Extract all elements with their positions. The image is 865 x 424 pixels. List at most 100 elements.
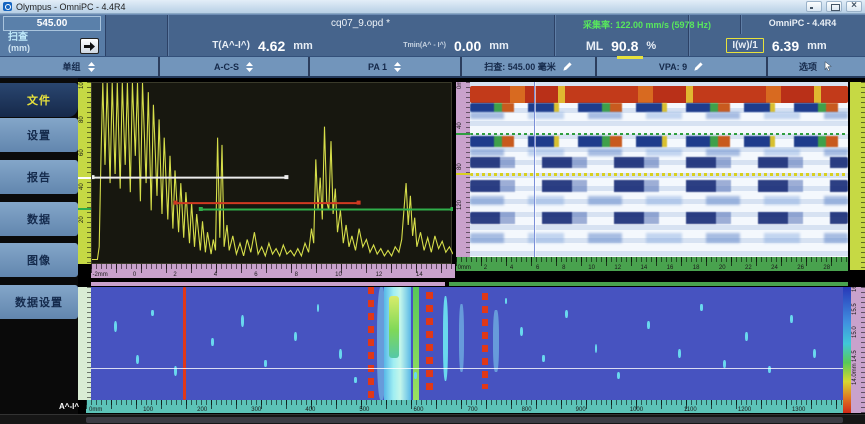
ascan-gate-marker-green xyxy=(78,208,91,210)
bscan-gate-marker xyxy=(456,173,470,175)
sidebar-tab-5[interactable]: 图像 xyxy=(0,243,78,277)
ascan-x-ruler[interactable]: -2mm02468101214 xyxy=(91,264,455,278)
ruler-tick-label: 10 xyxy=(335,272,342,278)
acquisition-rate: 采集率: 122.00 mm/s (5978 Hz) xyxy=(554,18,740,31)
scrollbar-handle[interactable] xyxy=(86,417,843,423)
bscan-band xyxy=(470,112,848,119)
cscan-indication xyxy=(790,315,793,323)
ruler-tick-label: 8 xyxy=(562,265,565,271)
toolbar-item-6[interactable]: 选项 xyxy=(768,57,865,76)
restore-button[interactable] xyxy=(826,1,842,12)
cscan-x-ruler[interactable]: 0mm1002003004005006007008009001000110012… xyxy=(86,400,843,413)
bscan-scan-cursor[interactable] xyxy=(534,82,535,257)
cscan-index-ruler[interactable] xyxy=(78,287,91,400)
ruler-tick-label: 28 xyxy=(823,265,830,271)
scan-position-value[interactable]: 545.00 xyxy=(3,16,101,31)
bscan-x-ruler[interactable]: 0mm246810121416182022242628 xyxy=(456,257,848,271)
edit-icon[interactable] xyxy=(693,61,704,72)
toolbar-item-label: 选项 xyxy=(799,60,817,73)
ruler-tick-label: 500 xyxy=(359,407,369,413)
ruler-tick-label: 300 xyxy=(251,407,261,413)
ruler-tick-label: 200 xyxy=(197,407,207,413)
dropdown-icon[interactable] xyxy=(87,62,96,72)
ruler-tick-label: 40 xyxy=(79,183,85,190)
sidebar-tab-6[interactable]: 数据设置 xyxy=(0,285,78,319)
scan-position-cell[interactable]: 545.00 扫查 (mm) xyxy=(0,15,106,57)
cscan-indication xyxy=(211,338,214,346)
cscan-indication xyxy=(542,355,545,362)
reading-tmin-unit: mm xyxy=(489,40,509,52)
cscan-indication xyxy=(493,310,498,372)
cscan-indication xyxy=(241,315,244,326)
sidebar-tab-3[interactable]: 报告 xyxy=(0,160,78,194)
toolbar-item-2[interactable]: A-C-S xyxy=(160,57,310,76)
ruler-tick-label: 2 xyxy=(173,272,176,278)
cursor-icon[interactable] xyxy=(823,61,834,72)
minimize-button[interactable] xyxy=(806,1,822,12)
bscan-gate-marker xyxy=(456,133,470,135)
toolbar-item-3[interactable]: PA 1 xyxy=(310,57,462,76)
toolbar-item-1[interactable]: 单组 xyxy=(0,57,160,76)
toolbar-item-label: 扫查: 545.00 毫米 xyxy=(484,60,556,73)
bscan-band xyxy=(470,157,848,168)
scan-position-label: 扫查 xyxy=(8,32,28,43)
sidebar-tab-4[interactable]: 数据 xyxy=(0,202,78,236)
bscan-band xyxy=(470,212,848,224)
ruler-tick-label: 60 xyxy=(79,150,85,157)
ruler-tick-label: 100 xyxy=(79,82,85,89)
toolbar-item-5[interactable]: VPA: 9 xyxy=(597,57,768,76)
file-name[interactable]: cq07_9.opd * xyxy=(167,18,554,29)
sidebar-tab-1[interactable]: 文件 xyxy=(0,83,78,117)
toolbar-item-4[interactable]: 扫查: 545.00 毫米 xyxy=(462,57,597,76)
ruler-tick-label: 24 xyxy=(771,265,778,271)
cscan-indication xyxy=(354,377,357,383)
sidebar-tab-2[interactable]: 设置 xyxy=(0,118,78,152)
cscan-indication xyxy=(813,349,816,358)
edit-icon[interactable] xyxy=(562,61,573,72)
ruler-tick-label: 26 xyxy=(797,265,804,271)
ruler-tick-label: 1100 xyxy=(684,407,697,413)
cscan-indication xyxy=(505,298,508,304)
ruler-tick-label: -2mm xyxy=(92,272,107,278)
reading-tmin[interactable]: Tmin(A^ - I^) 0.00 mm xyxy=(358,34,554,57)
ruler-tick-label: 600 xyxy=(413,407,423,413)
ruler-tick-label: 18 xyxy=(693,265,700,271)
bscan-band xyxy=(470,180,848,192)
ruler-tick-label: 120 xyxy=(457,200,463,210)
ruler-tick-label: 10 xyxy=(588,265,595,271)
ruler-tick-label: 15.0 xyxy=(852,327,858,339)
ruler-tick-label: 14.0mm xyxy=(852,363,858,385)
dropdown-icon[interactable] xyxy=(393,62,402,72)
reading-iw-label: I(w)/1 xyxy=(726,38,764,53)
ruler-tick-label: 100 xyxy=(143,407,153,413)
horizontal-scrollbar[interactable] xyxy=(0,414,865,424)
cscan-indication xyxy=(136,355,139,364)
reading-iw[interactable]: I(w)/1 6.39 mm xyxy=(688,34,865,57)
ruler-tick-label: 900 xyxy=(576,407,586,413)
dropdown-icon[interactable] xyxy=(245,62,254,72)
ascan-view[interactable] xyxy=(91,82,452,264)
bscan-band xyxy=(470,103,848,112)
cscan-view[interactable] xyxy=(91,287,843,400)
ascan-amplitude-ruler[interactable]: 10080604020 xyxy=(78,82,91,264)
cscan-indication xyxy=(413,287,419,400)
close-button[interactable] xyxy=(846,1,862,12)
ruler-tick-label: 800 xyxy=(522,407,532,413)
ruler-tick-label: 0mm xyxy=(457,82,463,89)
scan-step-button[interactable] xyxy=(80,38,99,54)
cscan-depth-ruler[interactable]: 16.015.515.014.514.0mm xyxy=(851,287,865,413)
bscan-index-ruler[interactable] xyxy=(850,82,865,270)
cscan-indication xyxy=(678,349,681,358)
ruler-tick-label: 0mm xyxy=(458,265,471,271)
reading-thickness[interactable]: T(A^-I^) 4.62 mm xyxy=(167,34,358,57)
reading-thickness-label: T(A^-I^) xyxy=(212,40,250,51)
ruler-tick-label: 1000 xyxy=(630,407,643,413)
cscan-index-cursor[interactable] xyxy=(91,368,843,369)
ruler-tick-label: 15.5 xyxy=(852,304,858,316)
bscan-band xyxy=(470,233,848,244)
bscan-view[interactable] xyxy=(470,82,848,257)
bscan-depth-ruler[interactable]: 0mm4080120 xyxy=(456,82,470,257)
reading-iw-unit: mm xyxy=(807,40,827,52)
reading-ml[interactable]: ML 90.8 % xyxy=(554,34,688,57)
scan-position-unit: (mm) xyxy=(8,43,30,53)
